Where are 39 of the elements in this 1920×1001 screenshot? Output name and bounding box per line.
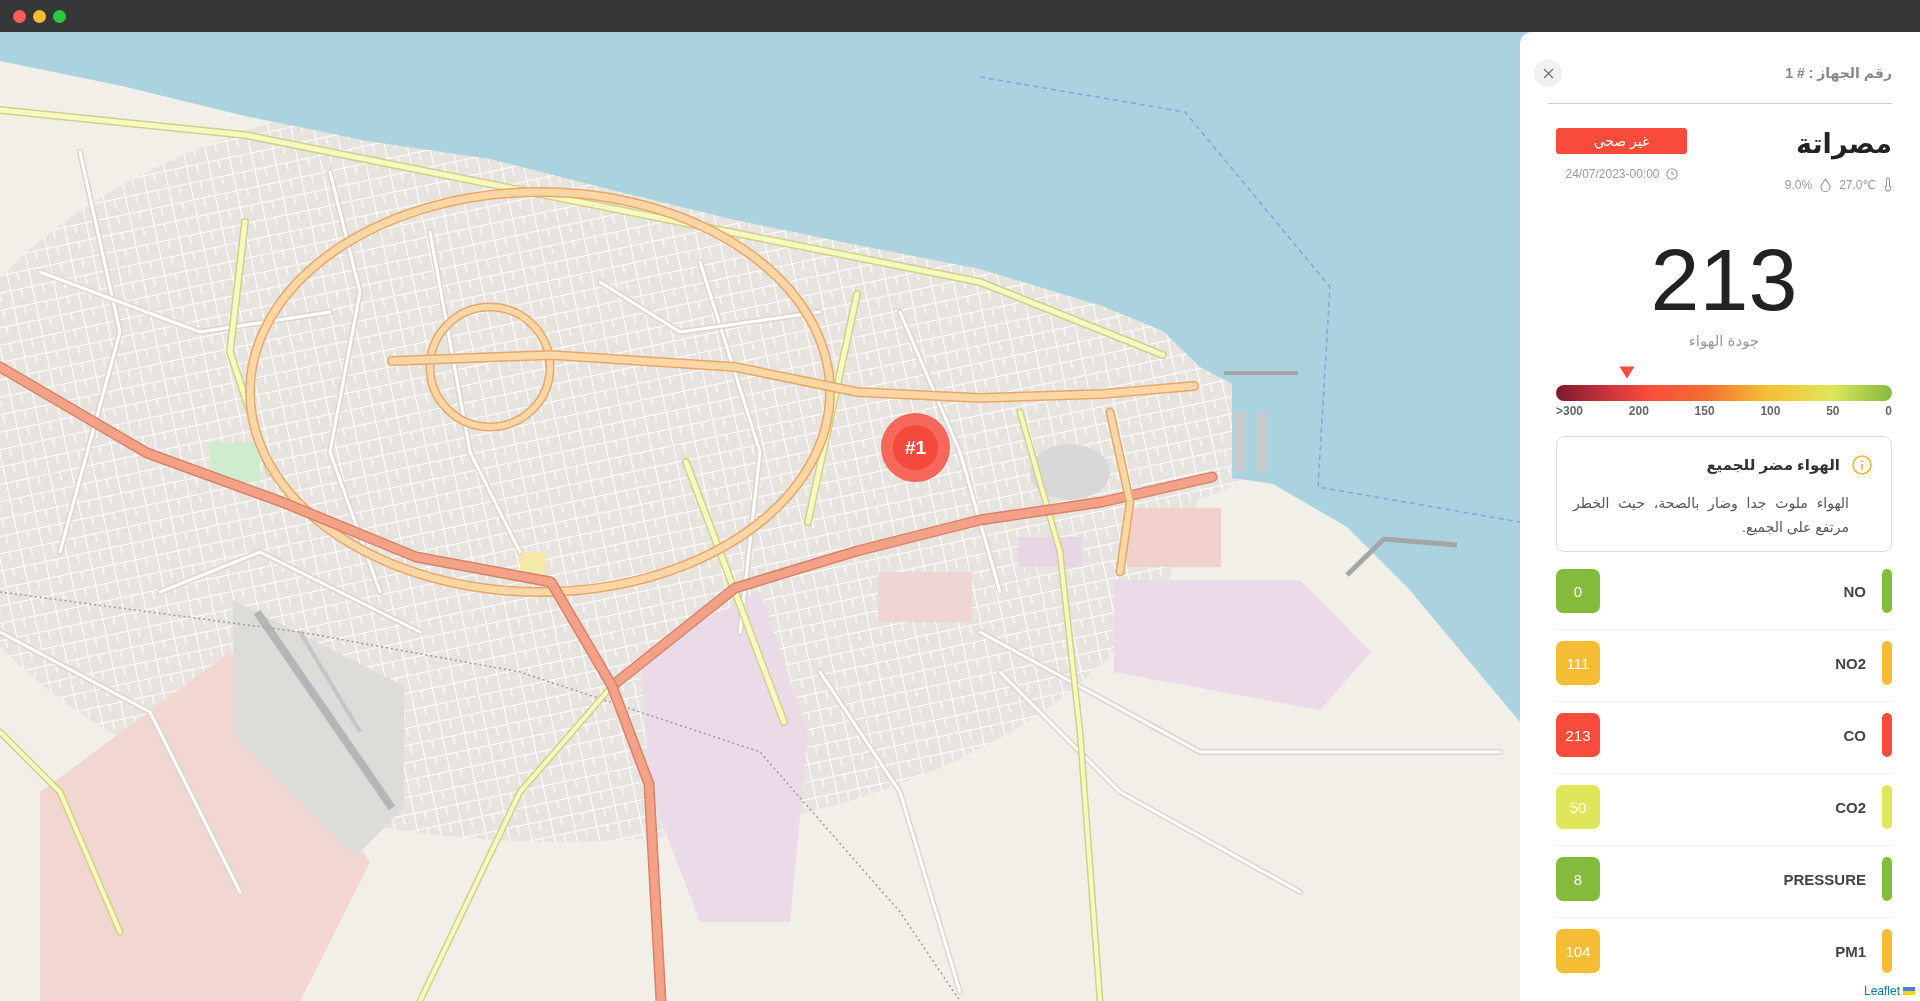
minimize-window-button[interactable] bbox=[33, 9, 46, 23]
city-name: مصراتة bbox=[1795, 128, 1892, 162]
pollutant-name: NO bbox=[1843, 582, 1866, 600]
scale-tick-label: 200 bbox=[1628, 404, 1649, 418]
close-icon bbox=[1542, 67, 1554, 79]
status-badge: غير صحي bbox=[1556, 128, 1687, 154]
device-number-label: رقم الجهاز : # 1 bbox=[1785, 65, 1892, 81]
pollutant-value: 104 bbox=[1556, 929, 1600, 973]
scale-tick-label: 150 bbox=[1694, 404, 1715, 418]
advisory-title: الهواء مضر للجميع bbox=[1706, 455, 1840, 475]
pollutant-name: NO2 bbox=[1835, 654, 1866, 672]
close-window-button[interactable] bbox=[13, 9, 26, 23]
aqi-label: جودة الهواء bbox=[1687, 331, 1761, 351]
pollutant-name: PRESSURE bbox=[1783, 870, 1866, 888]
pollutant-name: CO2 bbox=[1835, 798, 1866, 816]
zoom-window-button[interactable] bbox=[53, 9, 66, 23]
pollutant-name: PM1 bbox=[1835, 942, 1866, 960]
scale-tick-label: 100 bbox=[1760, 404, 1781, 418]
leaflet-link[interactable]: Leaflet bbox=[1863, 984, 1915, 998]
info-icon bbox=[1852, 455, 1872, 475]
close-button[interactable] bbox=[1534, 59, 1562, 87]
timestamp: 24/07/2023-00:00 bbox=[1565, 167, 1660, 181]
pollutant-value: 8 bbox=[1556, 857, 1600, 901]
aqi-value: 213 bbox=[1649, 236, 1799, 324]
thermometer-icon bbox=[1884, 177, 1892, 192]
temperature-value: 27.0℃ bbox=[1839, 177, 1876, 192]
clock-icon bbox=[1665, 168, 1678, 180]
pollutant-value: 0 bbox=[1556, 569, 1600, 613]
scale-tick-label: 0 bbox=[1885, 404, 1892, 418]
advisory-text: الهواء ملوث جدا وضار بالصحة، حيث الخطر مرتفع على الجميع. bbox=[1573, 494, 1849, 538]
pollutant-value: 111 bbox=[1556, 641, 1600, 685]
water-drop-icon bbox=[1820, 177, 1832, 192]
flag-icon bbox=[1903, 987, 1915, 995]
pollutant-name: CO bbox=[1843, 726, 1866, 744]
humidity-value: 9.0% bbox=[1784, 177, 1813, 192]
scale-tick-label: >300 bbox=[1556, 404, 1584, 418]
scale-tick-label: 50 bbox=[1826, 404, 1840, 418]
pollutant-value: 213 bbox=[1556, 713, 1600, 757]
pollutant-value: 50 bbox=[1556, 785, 1600, 829]
